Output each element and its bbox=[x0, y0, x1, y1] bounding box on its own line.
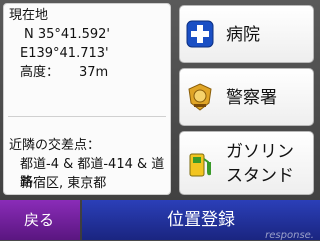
latitude-value: N 35°41.592' bbox=[24, 27, 110, 42]
hospital-button[interactable]: 病院 bbox=[179, 5, 314, 63]
altitude-value: 37m bbox=[79, 65, 109, 80]
back-button[interactable]: 戻る bbox=[0, 200, 80, 240]
gas-station-button[interactable]: ガソリン スタンド bbox=[179, 131, 314, 195]
altitude-label: 高度： bbox=[20, 65, 60, 80]
panel-divider bbox=[8, 116, 166, 117]
intersection-area: 新宿区, 東京都 bbox=[20, 176, 107, 191]
gas-pump-icon bbox=[189, 153, 211, 177]
hospital-icon bbox=[186, 20, 214, 48]
police-button[interactable]: 警察署 bbox=[179, 68, 314, 126]
gas-station-label-line2: スタンド bbox=[226, 166, 294, 186]
intersection-heading: 近隣の交差点： bbox=[9, 138, 101, 153]
police-label: 警察署 bbox=[226, 88, 277, 108]
gas-station-label-line1: ガソリン bbox=[226, 142, 294, 162]
location-info-panel: 現在地 N 35°41.592' E139°41.713' 高度： 37m 近隣… bbox=[3, 3, 171, 195]
location-heading: 現在地 bbox=[9, 8, 49, 23]
police-badge-icon bbox=[188, 83, 212, 111]
longitude-value: E139°41.713' bbox=[20, 46, 109, 61]
nav-screen: 現在地 N 35°41.592' E139°41.713' 高度： 37m 近隣… bbox=[0, 0, 320, 241]
hospital-label: 病院 bbox=[226, 25, 260, 45]
